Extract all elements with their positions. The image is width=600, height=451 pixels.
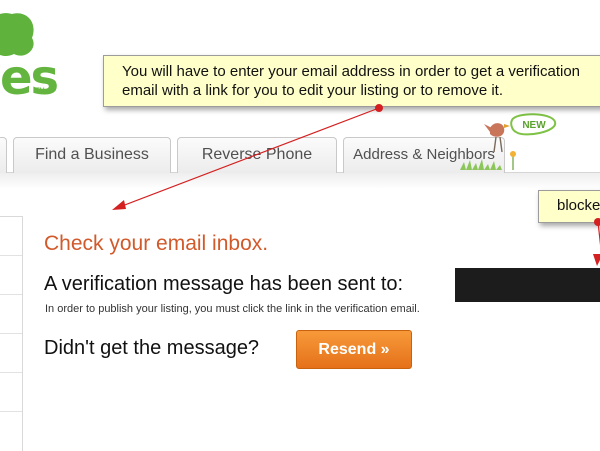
- sidebar-row[interactable]: [0, 373, 22, 412]
- tab-reverse-phone[interactable]: Reverse Phone: [177, 137, 337, 173]
- bird-decoration-icon: NEW: [460, 113, 556, 170]
- redacted-email: [455, 268, 600, 302]
- annotation-callout: You will have to enter your email addres…: [103, 55, 600, 107]
- logo[interactable]: es: [0, 54, 59, 102]
- new-badge: NEW: [522, 120, 546, 131]
- annotation-line-2: email with a link for you to edit your l…: [122, 82, 503, 99]
- resend-button[interactable]: Resend »: [296, 330, 412, 369]
- tab-find-a-business[interactable]: Find a Business: [13, 137, 171, 173]
- logo-trademark: TM: [36, 88, 45, 94]
- verification-sent-label: A verification message has been sent to:: [44, 273, 404, 295]
- blocked-callout: blocked: [538, 190, 600, 223]
- sidebar-row[interactable]: [0, 295, 22, 334]
- page-top-shadow: [0, 173, 600, 189]
- didnt-get-message-label: Didn't get the message?: [44, 337, 260, 359]
- sidebar-row[interactable]: [0, 256, 22, 295]
- arrow-to-email: [593, 218, 600, 266]
- left-sidebar: [0, 216, 23, 451]
- annotation-line-1: You will have to enter your email addres…: [122, 63, 581, 80]
- sidebar-row[interactable]: [0, 334, 22, 373]
- sidebar-row[interactable]: [0, 217, 22, 256]
- page-heading: Check your email inbox.: [44, 232, 269, 255]
- tab-people[interactable]: [0, 137, 7, 173]
- publish-instructions: In order to publish your listing, you mu…: [45, 303, 420, 315]
